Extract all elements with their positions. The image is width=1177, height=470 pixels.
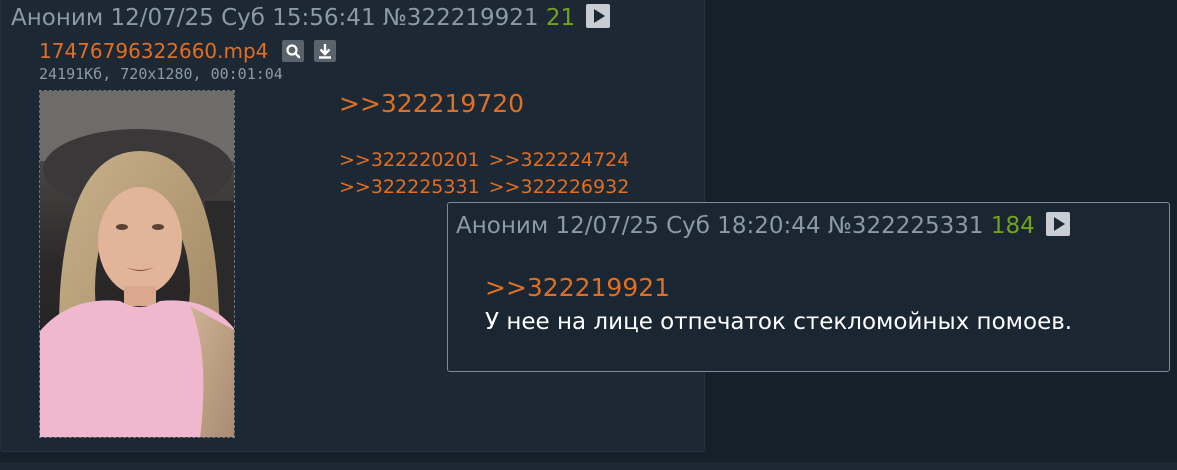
post-author: Аноним: [11, 5, 104, 31]
reply-to-link[interactable]: >>322219720: [339, 89, 524, 119]
video-thumbnail[interactable]: [39, 90, 235, 438]
post-date: 12/07/25 Суб 15:56:41: [110, 5, 376, 31]
popup-number[interactable]: №322225331: [828, 213, 984, 239]
reply-preview-popup: Аноним 12/07/25 Суб 18:20:44 №322225331 …: [447, 202, 1170, 372]
backlink-row-2: >>322225331 >>322226932: [339, 175, 629, 199]
post-reply-count[interactable]: 21: [546, 5, 575, 31]
thread-page: Аноним 12/07/25 Суб 15:56:41 №322219921 …: [0, 0, 1177, 470]
backlink[interactable]: >>322225331: [339, 176, 480, 198]
popup-header: Аноним 12/07/25 Суб 18:20:44 №322225331 …: [456, 211, 1071, 241]
backlink-row-1: >>322220201 >>322224724: [339, 148, 629, 172]
popup-author: Аноним: [456, 213, 549, 239]
file-name-link[interactable]: 17476796322660.mp4: [39, 39, 268, 63]
download-icon[interactable]: [314, 40, 336, 62]
backlink[interactable]: >>322226932: [489, 176, 630, 198]
backlink[interactable]: >>322220201: [339, 149, 480, 171]
popup-reply-to-link[interactable]: >>322219921: [485, 273, 670, 303]
popup-reply-count[interactable]: 184: [991, 213, 1035, 239]
post-number[interactable]: №322219921: [383, 5, 539, 31]
popup-message: У нее на лице отпечаток стекломойных пом…: [485, 309, 1073, 335]
file-meta: 24191Кб, 720x1280, 00:01:04: [39, 65, 283, 83]
popup-date: 12/07/25 Суб 18:20:44: [555, 213, 821, 239]
search-icon[interactable]: [282, 40, 304, 62]
next-post-edge: [0, 462, 1177, 470]
play-icon[interactable]: [1046, 212, 1071, 236]
post-header: Аноним 12/07/25 Суб 15:56:41 №322219921 …: [11, 3, 611, 33]
backlink[interactable]: >>322224724: [489, 149, 630, 171]
play-icon[interactable]: [586, 4, 611, 28]
